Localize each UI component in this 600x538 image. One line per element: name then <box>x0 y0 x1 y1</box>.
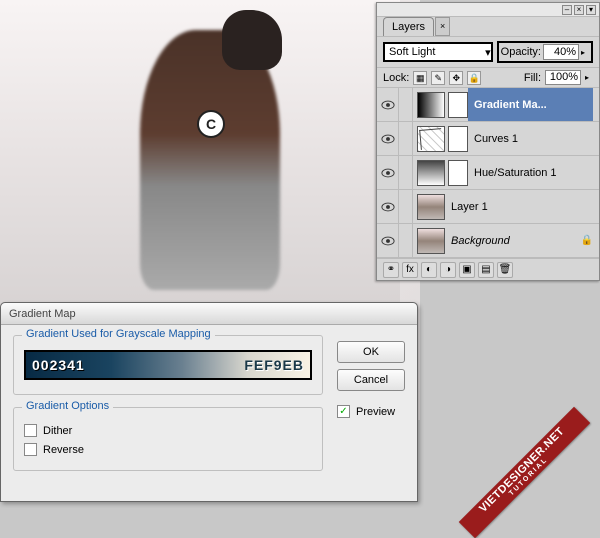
adjustment-icon[interactable]: ◑ <box>440 262 456 278</box>
opacity-label: Opacity: <box>501 46 541 58</box>
fieldset-legend-2: Gradient Options <box>22 400 113 412</box>
watermark: VIETDESIGNER.NET TUTORIAL <box>459 407 590 538</box>
layer-name[interactable]: Background <box>445 224 581 257</box>
visibility-toggle[interactable] <box>377 122 399 155</box>
dither-label: Dither <box>43 425 72 437</box>
reverse-checkbox[interactable] <box>24 443 37 456</box>
lock-transparency-icon[interactable]: ▦ <box>413 71 427 85</box>
layer-name[interactable]: Hue/Saturation 1 <box>468 156 593 189</box>
cancel-button[interactable]: Cancel <box>337 369 405 391</box>
layer-row[interactable]: Layer 1 <box>377 190 599 224</box>
lock-label: Lock: <box>383 72 409 84</box>
fill-label: Fill: <box>524 72 541 84</box>
opacity-flyout-icon[interactable]: ▸ <box>581 48 589 57</box>
layer-thumb[interactable] <box>417 160 445 186</box>
blend-mode-select[interactable]: Soft Light ▾ <box>383 42 493 62</box>
layer-row[interactable]: Gradient Ma... <box>377 88 599 122</box>
layer-thumb[interactable] <box>417 126 445 152</box>
dialog-title: Gradient Map <box>1 303 417 325</box>
layer-row[interactable]: Background🔒 <box>377 224 599 258</box>
layer-row[interactable]: Hue/Saturation 1 <box>377 156 599 190</box>
gradient-picker[interactable]: 002341 FEF9EB <box>24 350 312 380</box>
lock-all-icon[interactable]: 🔒 <box>467 71 481 85</box>
link-col <box>399 224 413 257</box>
hex-light: FEF9EB <box>244 357 304 373</box>
fill-flyout-icon[interactable]: ▸ <box>585 73 593 82</box>
panel-minimize-icon[interactable]: – <box>562 5 572 15</box>
link-layers-icon[interactable]: ⚭ <box>383 262 399 278</box>
link-col <box>399 156 413 189</box>
reverse-label: Reverse <box>43 444 84 456</box>
hex-dark: 002341 <box>32 357 85 373</box>
preview-checkbox[interactable]: ✓ <box>337 405 350 418</box>
layers-panel: – × ▾ Layers × Soft Light ▾ Opacity: 40%… <box>376 2 600 281</box>
panel-tabs: Layers × <box>377 17 599 36</box>
shirt-logo: C <box>197 110 225 138</box>
visibility-toggle[interactable] <box>377 224 399 257</box>
layer-thumb[interactable] <box>417 92 445 118</box>
layer-mask-thumb[interactable] <box>448 126 468 152</box>
layer-name[interactable]: Curves 1 <box>468 122 593 155</box>
ok-button[interactable]: OK <box>337 341 405 363</box>
link-col <box>399 88 413 121</box>
layer-thumb[interactable] <box>417 194 445 220</box>
preview-label: Preview <box>356 406 395 418</box>
dither-checkbox[interactable] <box>24 424 37 437</box>
panel-close-icon[interactable]: × <box>574 5 584 15</box>
lock-icon: 🔒 <box>581 235 593 246</box>
layer-name[interactable]: Layer 1 <box>445 190 593 223</box>
fieldset-legend: Gradient Used for Grayscale Mapping <box>22 328 215 340</box>
layer-name[interactable]: Gradient Ma... <box>468 88 593 121</box>
add-mask-icon[interactable]: ◐ <box>421 262 437 278</box>
visibility-toggle[interactable] <box>377 190 399 223</box>
layer-thumb[interactable] <box>417 228 445 254</box>
opacity-input[interactable]: 40% <box>543 44 579 60</box>
trash-icon[interactable]: 🗑 <box>497 262 513 278</box>
visibility-toggle[interactable] <box>377 88 399 121</box>
fill-input[interactable]: 100% <box>545 70 581 85</box>
visibility-toggle[interactable] <box>377 156 399 189</box>
layer-mask-thumb[interactable] <box>448 160 468 186</box>
tab-layers[interactable]: Layers <box>383 17 434 36</box>
panel-footer: ⚭ fx ◐ ◑ ▣ ▤ 🗑 <box>377 258 599 280</box>
gradient-options-fieldset: Gradient Options Dither Reverse <box>13 407 323 471</box>
blend-mode-value: Soft Light <box>389 46 435 58</box>
layer-mask-thumb[interactable] <box>448 92 468 118</box>
link-col <box>399 190 413 223</box>
chevron-down-icon: ▾ <box>485 46 491 59</box>
tab-close-x-icon[interactable]: × <box>435 17 450 36</box>
layer-row[interactable]: Curves 1 <box>377 122 599 156</box>
lock-row: Lock: ▦ ✎ ✥ 🔒 Fill: 100% ▸ <box>377 67 599 88</box>
blend-row: Soft Light ▾ Opacity: 40% ▸ <box>377 36 599 67</box>
gradient-mapping-fieldset: Gradient Used for Grayscale Mapping 0023… <box>13 335 323 395</box>
new-layer-icon[interactable]: ▤ <box>478 262 494 278</box>
panel-menu-icon[interactable]: ▾ <box>586 5 596 15</box>
lock-position-icon[interactable]: ✥ <box>449 71 463 85</box>
watermark-line1: VIETDESIGNER.NET <box>477 425 567 515</box>
group-icon[interactable]: ▣ <box>459 262 475 278</box>
panel-window-bar: – × ▾ <box>377 3 599 17</box>
opacity-control: Opacity: 40% ▸ <box>497 41 593 63</box>
layer-list: Gradient Ma...Curves 1Hue/Saturation 1La… <box>377 88 599 258</box>
watermark-line2: TUTORIAL <box>486 434 572 520</box>
lock-pixels-icon[interactable]: ✎ <box>431 71 445 85</box>
link-col <box>399 122 413 155</box>
gradient-map-dialog: Gradient Map Gradient Used for Grayscale… <box>0 302 418 502</box>
fx-icon[interactable]: fx <box>402 262 418 278</box>
